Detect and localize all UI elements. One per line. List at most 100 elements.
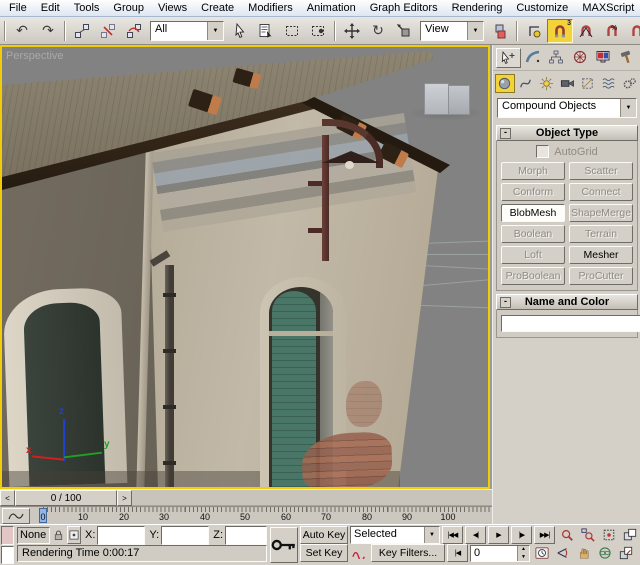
selection-filter-dropdown[interactable]: All ▼	[150, 21, 224, 41]
menu-edit[interactable]: Edit	[34, 1, 67, 15]
pan-icon[interactable]	[574, 545, 593, 562]
z-coord-field[interactable]	[225, 526, 267, 545]
terrain-button[interactable]: Terrain	[569, 225, 633, 243]
time-slider-next-button[interactable]: >	[117, 490, 132, 506]
x-coord-field[interactable]	[97, 526, 145, 545]
scatter-button[interactable]: Scatter	[569, 162, 633, 180]
zoom-extents-all-icon[interactable]	[620, 527, 639, 544]
time-slider-handle[interactable]: 0 / 100	[15, 490, 117, 506]
track-bar-ruler[interactable]: 0 10 20 30 40 50 60 70 80 90 100	[30, 507, 490, 524]
select-and-link-icon[interactable]	[69, 19, 95, 43]
time-slider-track[interactable]	[132, 491, 492, 506]
spinner-up-icon[interactable]: ▲	[518, 546, 529, 554]
subcategory-dropdown[interactable]: Compound Objects ▼	[497, 98, 637, 118]
zoom-icon[interactable]	[557, 527, 576, 544]
track-bar[interactable]: 0 10 20 30 40 50 60 70 80 90 100	[0, 506, 492, 524]
viewport-label[interactable]: Perspective	[6, 50, 63, 62]
autogrid-checkbox[interactable]	[536, 145, 549, 158]
key-filters-button[interactable]: Key Filters...	[371, 544, 445, 562]
connect-button[interactable]: Connect	[569, 183, 633, 201]
collapse-icon[interactable]: -	[500, 297, 511, 308]
set-keys-key-icon[interactable]	[270, 527, 298, 563]
zoom-all-icon[interactable]	[578, 527, 597, 544]
select-and-move-icon[interactable]	[339, 19, 365, 43]
mini-listener-script-pane[interactable]	[1, 546, 14, 565]
mini-listener-macro-pane[interactable]	[1, 526, 14, 545]
select-and-manipulate-icon[interactable]	[521, 19, 547, 43]
absolute-mode-icon[interactable]	[67, 526, 81, 544]
category-cameras-icon[interactable]	[557, 74, 577, 93]
reference-coordinate-system-dropdown[interactable]: View ▼	[420, 21, 484, 41]
menu-maxscript[interactable]: MAXScript	[575, 1, 640, 15]
spinner-down-icon[interactable]: ▼	[518, 553, 529, 561]
tab-motion-icon[interactable]	[569, 48, 592, 66]
tab-hierarchy-icon[interactable]	[545, 48, 568, 66]
current-frame-value[interactable]: 0	[471, 546, 517, 561]
name-and-color-rollout-header[interactable]: - Name and Color	[496, 294, 638, 310]
redo-icon[interactable]: ↷	[35, 19, 61, 43]
tab-display-icon[interactable]	[592, 48, 615, 66]
select-by-name-icon[interactable]	[253, 19, 279, 43]
menu-customize[interactable]: Customize	[509, 1, 575, 15]
select-object-icon[interactable]	[227, 19, 253, 43]
tab-create-icon[interactable]	[496, 48, 521, 68]
perspective-viewport[interactable]: Perspective	[0, 45, 490, 489]
min-max-toggle-icon[interactable]	[616, 545, 635, 562]
bind-to-space-warp-icon[interactable]	[121, 19, 147, 43]
arc-rotate-icon[interactable]	[595, 545, 614, 562]
menu-graph-editors[interactable]: Graph Editors	[363, 1, 445, 15]
conform-button[interactable]: Conform	[501, 183, 565, 201]
go-to-end-button[interactable]: ▶▶|	[534, 526, 555, 544]
menu-tools[interactable]: Tools	[67, 1, 107, 15]
y-coord-field[interactable]	[161, 526, 209, 545]
category-geometry-icon[interactable]	[495, 74, 515, 93]
category-space-warps-icon[interactable]	[599, 74, 619, 93]
undo-icon[interactable]: ↶	[9, 19, 35, 43]
menu-views[interactable]: Views	[151, 1, 194, 15]
dropdown-arrow-icon[interactable]: ▼	[424, 527, 439, 543]
time-slider-prev-button[interactable]: <	[0, 490, 15, 506]
play-button[interactable]: ▶	[488, 526, 509, 544]
category-helpers-icon[interactable]	[578, 74, 598, 93]
unlink-selection-icon[interactable]	[95, 19, 121, 43]
menu-create[interactable]: Create	[194, 1, 241, 15]
object-type-rollout-header[interactable]: - Object Type	[496, 125, 638, 141]
select-and-uniform-scale-icon[interactable]	[391, 19, 417, 43]
time-configuration-icon[interactable]	[532, 545, 551, 562]
proboolean-button[interactable]: ProBoolean	[501, 267, 565, 285]
category-systems-icon[interactable]	[619, 74, 639, 93]
set-key-button[interactable]: Set Key	[300, 544, 348, 562]
rectangular-selection-region-icon[interactable]	[279, 19, 305, 43]
use-pivot-point-center-icon[interactable]	[487, 19, 513, 43]
boolean-button[interactable]: Boolean	[501, 225, 565, 243]
angle-snap-toggle-icon[interactable]	[573, 19, 599, 43]
current-frame-spinner[interactable]: 0 ▲ ▼	[470, 545, 530, 562]
spinner-arrows[interactable]: ▲ ▼	[517, 546, 529, 561]
snaps-toggle-icon[interactable]: 3	[547, 19, 573, 43]
tab-utilities-icon[interactable]	[616, 48, 639, 66]
selection-lock-icon[interactable]	[52, 527, 65, 543]
category-shapes-icon[interactable]	[516, 74, 536, 93]
percent-snap-toggle-icon[interactable]: %	[599, 19, 625, 43]
key-mode-toggle-button[interactable]: |◀	[447, 544, 468, 562]
menu-animation[interactable]: Animation	[300, 1, 363, 15]
previous-frame-button[interactable]: ◀|	[465, 526, 486, 544]
object-name-input[interactable]	[501, 315, 640, 332]
select-and-rotate-icon[interactable]: ↻	[365, 19, 391, 43]
morph-button[interactable]: Morph	[501, 162, 565, 180]
maxscript-mini-listener[interactable]	[0, 525, 15, 565]
open-mini-curve-editor-icon[interactable]	[2, 508, 30, 524]
zoom-extents-icon[interactable]	[599, 527, 618, 544]
shapemerge-button[interactable]: ShapeMerge	[569, 204, 633, 222]
menu-file[interactable]: File	[2, 1, 34, 15]
go-to-start-button[interactable]: |◀◀	[442, 526, 463, 544]
dropdown-arrow-icon[interactable]: ▼	[620, 99, 636, 117]
field-of-view-icon[interactable]	[553, 545, 572, 562]
dropdown-arrow-icon[interactable]: ▼	[207, 22, 223, 40]
window-crossing-icon[interactable]	[305, 19, 331, 43]
menu-group[interactable]: Group	[106, 1, 151, 15]
menu-rendering[interactable]: Rendering	[445, 1, 510, 15]
key-mode-dropdown[interactable]: Selected ▼	[350, 526, 440, 544]
procutter-button[interactable]: ProCutter	[569, 267, 633, 285]
auto-key-button[interactable]: Auto Key	[300, 526, 348, 544]
